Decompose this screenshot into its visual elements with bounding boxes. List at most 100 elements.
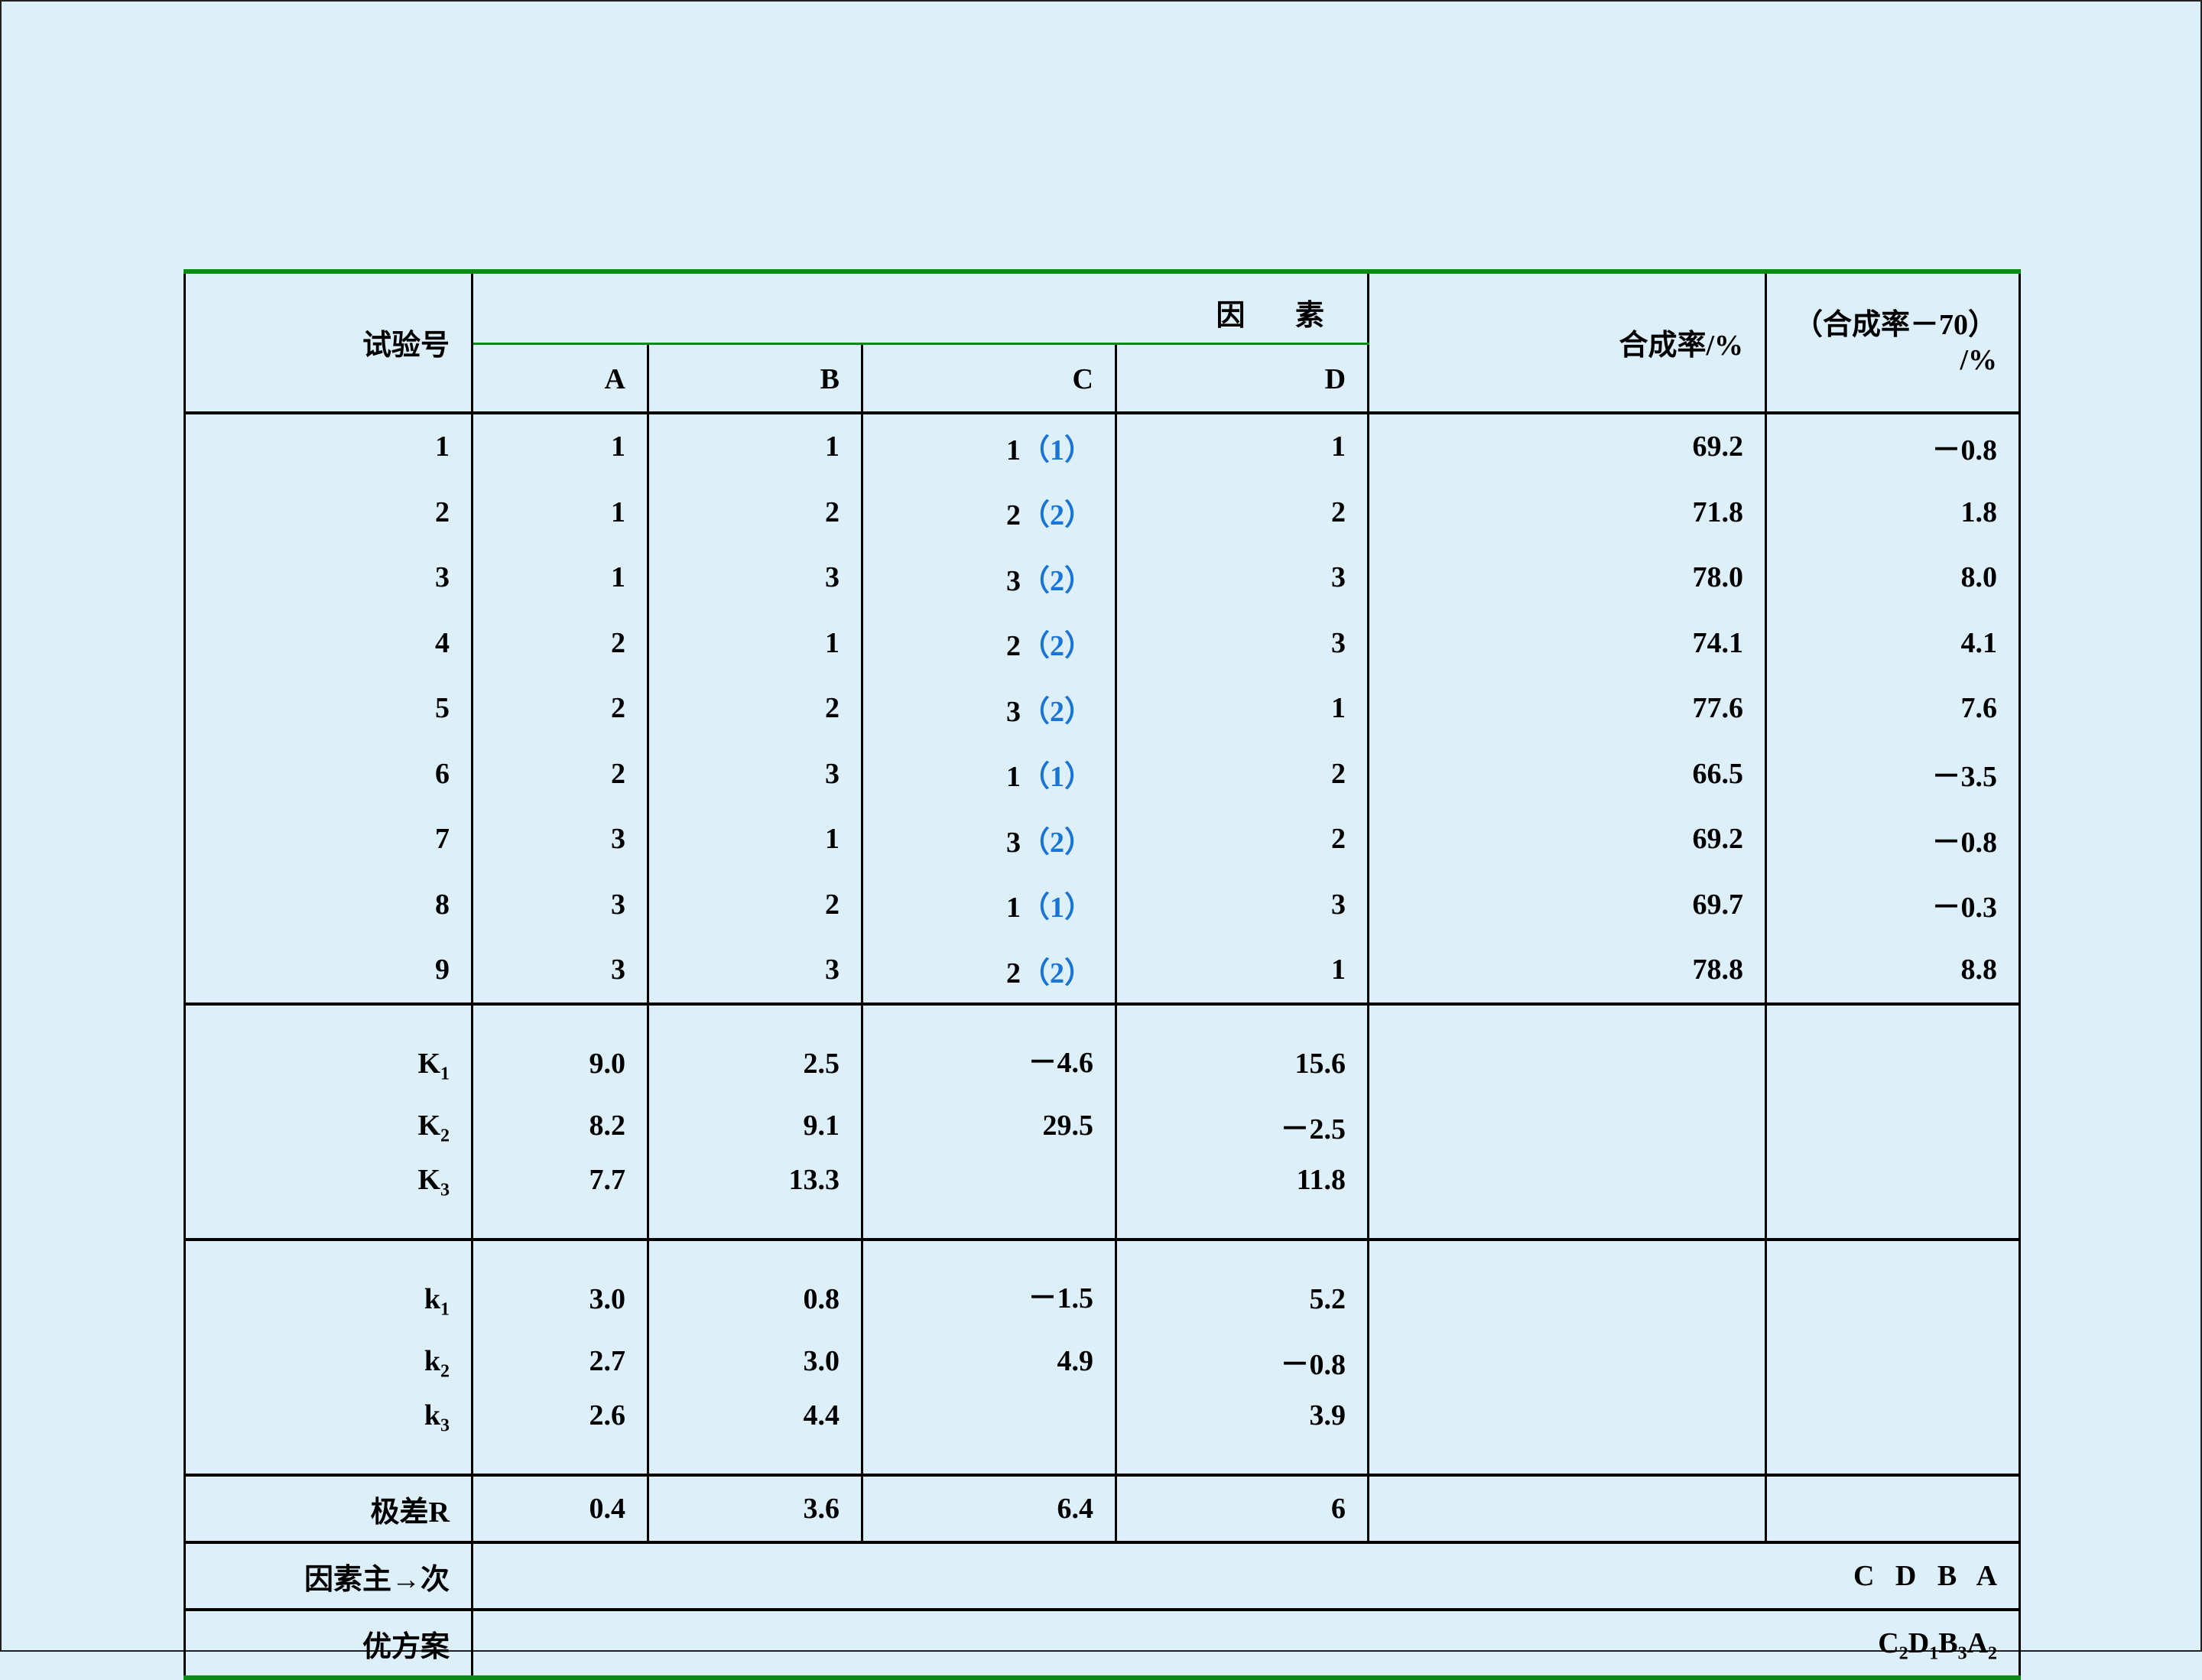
- factor-b-level: 1: [647, 412, 863, 479]
- k-mean-letter: k: [424, 1283, 440, 1315]
- optimal-scheme-label: 优方案: [184, 1608, 473, 1678]
- range-c: 6.4: [861, 1474, 1117, 1542]
- K-sum-rate-empty: [1367, 1002, 1768, 1240]
- trial-number: 6: [184, 741, 473, 807]
- range-diff-empty: [1765, 1474, 2022, 1542]
- factor-c-level: 2（2）: [861, 610, 1117, 676]
- factor-d-level: 1: [1114, 937, 1370, 1004]
- rate-minus-70: 7.6: [1765, 675, 2022, 741]
- rate-minus-70: 4.1: [1765, 610, 2022, 676]
- trial-rows: 1 1 1 1（1） 1 69.2 －0.8 2 1 2 2（2） 2 71.8 1.8 3 1 3 3（2） 3 7…: [184, 412, 2022, 1004]
- optimal-letter: C: [1878, 1627, 1899, 1659]
- optimal-subscript: 2: [1898, 1643, 1908, 1664]
- factor-c-level: 3（2）: [861, 544, 1117, 610]
- optimal-letter: B: [1938, 1627, 1958, 1659]
- k-mean-d: 5.2: [1114, 1238, 1370, 1324]
- factor-a-level: 2: [471, 741, 649, 807]
- K-sum-label: K3: [184, 1163, 473, 1240]
- factor-c-level: 2（2）: [861, 479, 1117, 545]
- factor-c-merged-level: （2）: [1020, 957, 1093, 989]
- factor-b-level: 3: [647, 937, 863, 1004]
- slide: 试验号 因 素 合成率/% （合成率－70）/% A B C D 1 1 1 1（1）…: [0, 0, 2202, 1680]
- factor-c-level: 3（2）: [861, 675, 1117, 741]
- factor-c-value: 2: [1005, 957, 1021, 989]
- K-sum-letter: K: [417, 1048, 440, 1080]
- K-sum-diff-empty: [1765, 1002, 2022, 1240]
- k-mean-b: 0.8: [647, 1238, 863, 1324]
- factor-b-level: 3: [647, 544, 863, 610]
- K-sum-c: 29.5: [861, 1088, 1117, 1163]
- K-sum-label: K1: [184, 1002, 473, 1088]
- k-mean-letter: k: [424, 1399, 440, 1431]
- factor-order-value: C D B A: [470, 1541, 2022, 1610]
- factor-d-level: 1: [1114, 412, 1370, 479]
- K-sum-c: －4.6: [861, 1002, 1117, 1088]
- synthesis-rate: 78.0: [1367, 544, 1768, 610]
- synthesis-rate: 66.5: [1367, 741, 1768, 807]
- factor-a-level: 2: [471, 675, 649, 741]
- k-mean-row: k1 3.0 0.8 －1.5 5.2: [184, 1238, 2022, 1475]
- k-mean-a: 3.0: [471, 1238, 649, 1324]
- header-factor-a: A: [471, 343, 649, 414]
- table-row: 7 3 1 3（2） 2 69.2 －0.8: [184, 806, 2022, 872]
- range-b: 3.6: [647, 1474, 863, 1542]
- k-mean-d: －0.8: [1114, 1324, 1370, 1399]
- factor-b-level: 2: [647, 675, 863, 741]
- synthesis-rate: 74.1: [1367, 610, 1768, 676]
- K-sum-letter: K: [417, 1110, 440, 1142]
- factor-c-merged-level: （1）: [1020, 434, 1093, 466]
- rate-minus-70: －3.5: [1765, 741, 2022, 807]
- K-sum-d: 11.8: [1114, 1163, 1370, 1240]
- K-sum-rows: K1 9.0 2.5 －4.6 15.6 K2 8.2 9.1 29.5 －2.5 K3 7.7 13.…: [184, 1002, 2022, 1240]
- factor-c-value: 1: [1005, 761, 1021, 794]
- K-sum-subscript: 2: [440, 1126, 450, 1146]
- factor-a-level: 1: [471, 479, 649, 545]
- k-mean-label: k2: [184, 1324, 473, 1399]
- synthesis-rate: 71.8: [1367, 479, 1768, 545]
- range-a: 0.4: [471, 1474, 649, 1542]
- optimal-subscript: 3: [1957, 1643, 1967, 1664]
- header-factor-c: C: [861, 343, 1117, 414]
- rate-minus-70: 8.0: [1765, 544, 2022, 610]
- rate-minus-70: 8.8: [1765, 937, 2022, 1004]
- factor-c-value: 3: [1005, 695, 1021, 728]
- optimal-scheme-value: C2D1B3A2: [470, 1608, 2022, 1678]
- header-factor-b: B: [647, 343, 863, 414]
- k-mean-c: －1.5: [861, 1238, 1117, 1324]
- factor-order-label: 因素主→次: [184, 1541, 473, 1610]
- trial-number: 2: [184, 479, 473, 545]
- factor-d-level: 2: [1114, 741, 1370, 807]
- factor-a-level: 1: [471, 544, 649, 610]
- K-sum-label: K2: [184, 1088, 473, 1163]
- trial-number: 3: [184, 544, 473, 610]
- factor-c-merged-level: （2）: [1020, 564, 1093, 597]
- factor-d-level: 2: [1114, 479, 1370, 545]
- rate-minus-70: －0.8: [1765, 412, 2022, 479]
- factor-c-value: 2: [1005, 630, 1021, 663]
- factor-c-merged-level: （2）: [1020, 695, 1093, 728]
- K-sum-row: K1 9.0 2.5 －4.6 15.6: [184, 1002, 2022, 1240]
- trial-number: 9: [184, 937, 473, 1004]
- factor-c-level: 1（1）: [861, 872, 1117, 937]
- k-mean-subscript: 2: [440, 1361, 450, 1382]
- table-row: 6 2 3 1（1） 2 66.5 －3.5: [184, 741, 2022, 807]
- factor-d-level: 1: [1114, 675, 1370, 741]
- factor-d-level: 3: [1114, 544, 1370, 610]
- factor-a-level: 3: [471, 872, 649, 937]
- factor-order-row: 因素主→次 C D B A: [184, 1541, 2022, 1610]
- K-sum-d: －2.5: [1114, 1088, 1370, 1163]
- header-factors: 因 素: [470, 271, 1370, 345]
- k-mean-letter: k: [424, 1345, 440, 1377]
- K-sum-a: 8.2: [471, 1088, 649, 1163]
- K-sum-subscript: 1: [440, 1064, 450, 1084]
- table-row: 3 1 3 3（2） 3 78.0 8.0: [184, 544, 2022, 610]
- k-mean-rate-empty: [1367, 1238, 1768, 1475]
- factor-c-merged-level: （2）: [1020, 499, 1093, 532]
- factor-c-merged-level: （2）: [1020, 630, 1093, 663]
- optimal-subscript: 1: [1929, 1643, 1939, 1664]
- table-row: 1 1 1 1（1） 1 69.2 －0.8: [184, 412, 2022, 479]
- K-sum-a: 9.0: [471, 1002, 649, 1088]
- k-mean-a: 2.7: [471, 1324, 649, 1399]
- k-mean-label: k1: [184, 1238, 473, 1324]
- K-sum-letter: K: [417, 1164, 440, 1196]
